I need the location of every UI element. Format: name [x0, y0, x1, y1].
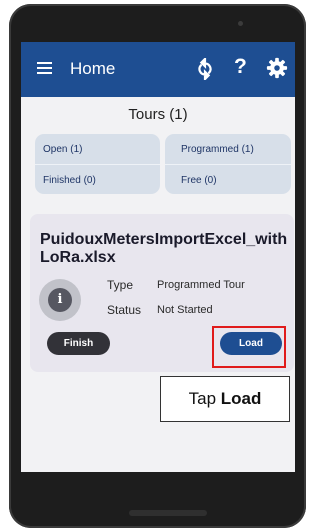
gear-icon[interactable]	[266, 57, 288, 79]
instruction-callout: Tap Load	[160, 376, 290, 422]
filter-programmed[interactable]: Programmed (1)	[165, 134, 291, 164]
type-value: Programmed Tour	[157, 279, 245, 291]
home-indicator	[129, 510, 207, 516]
page-title: Home	[70, 59, 116, 78]
type-label: Type	[107, 278, 134, 292]
status-label: Status	[107, 303, 142, 317]
filter-open-label: Open (1)	[43, 144, 83, 155]
instruction-prefix: Tap	[188, 389, 221, 408]
tours-filter-left: Open (1) Finished (0)	[35, 134, 160, 194]
camera-dot	[238, 21, 243, 26]
help-icon[interactable]: ?	[234, 55, 247, 79]
finish-button[interactable]: Finish	[47, 332, 110, 355]
tours-filter-right: Programmed (1) Free (0)	[165, 134, 291, 194]
filter-finished[interactable]: Finished (0)	[35, 165, 160, 194]
filter-programmed-label: Programmed (1)	[181, 144, 254, 155]
info-icon: i	[39, 279, 81, 321]
menu-icon[interactable]	[37, 62, 52, 75]
tours-heading: Tours (1)	[128, 106, 188, 123]
load-highlight-box	[212, 326, 286, 368]
filter-free-label: Free (0)	[181, 175, 217, 186]
info-glyph: i	[48, 288, 72, 312]
tour-file-name: PuidouxMetersImportExcel_withLoRa.xlsx	[40, 231, 288, 266]
filter-free[interactable]: Free (0)	[165, 165, 291, 194]
instruction-emphasis: Load	[220, 389, 262, 408]
sync-icon[interactable]	[194, 58, 216, 80]
status-value: Not Started	[157, 304, 213, 316]
app-bar: Home ?	[21, 42, 295, 97]
filter-finished-label: Finished (0)	[43, 175, 96, 186]
filter-open[interactable]: Open (1)	[35, 134, 160, 164]
